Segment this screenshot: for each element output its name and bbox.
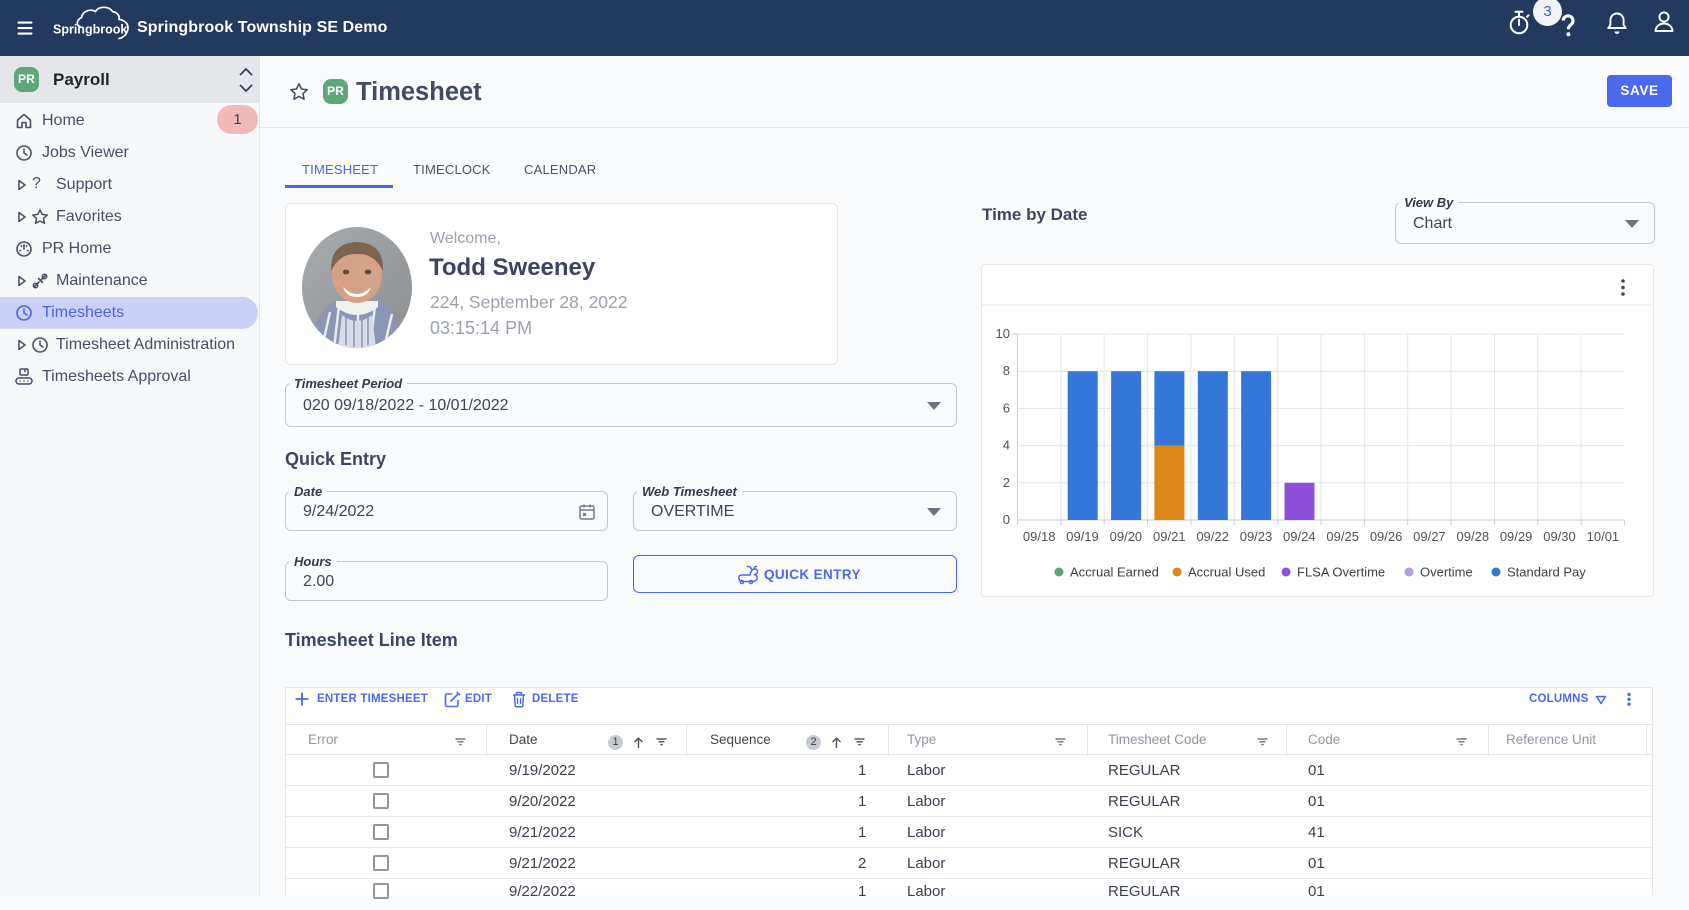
svg-text:6: 6	[1003, 400, 1010, 415]
svg-text:8: 8	[1003, 363, 1010, 378]
svg-text:09/18: 09/18	[1023, 529, 1056, 544]
svg-text:09/26: 09/26	[1370, 529, 1403, 544]
svg-text:09/20: 09/20	[1110, 529, 1143, 544]
svg-text:Accrual Earned: Accrual Earned	[1070, 565, 1159, 580]
svg-text:09/22: 09/22	[1196, 529, 1229, 544]
svg-text:09/25: 09/25	[1326, 529, 1359, 544]
svg-text:09/29: 09/29	[1500, 529, 1533, 544]
svg-text:4: 4	[1003, 438, 1010, 453]
svg-text:09/19: 09/19	[1066, 529, 1099, 544]
svg-text:09/24: 09/24	[1283, 529, 1316, 544]
svg-text:Accrual Used: Accrual Used	[1188, 565, 1265, 580]
svg-text:09/28: 09/28	[1457, 529, 1490, 544]
svg-text:10: 10	[996, 326, 1010, 341]
svg-text:0: 0	[1003, 512, 1010, 527]
svg-text:09/30: 09/30	[1543, 529, 1576, 544]
svg-text:Standard Pay: Standard Pay	[1507, 565, 1586, 580]
svg-text:09/21: 09/21	[1153, 529, 1186, 544]
svg-text:2: 2	[1003, 475, 1010, 490]
svg-text:10/01: 10/01	[1587, 529, 1620, 544]
svg-text:FLSA Overtime: FLSA Overtime	[1297, 565, 1385, 580]
svg-text:09/27: 09/27	[1413, 529, 1446, 544]
svg-text:Springbrook: Springbrook	[53, 23, 127, 37]
svg-text:09/23: 09/23	[1240, 529, 1273, 544]
svg-text:Overtime: Overtime	[1420, 565, 1473, 580]
